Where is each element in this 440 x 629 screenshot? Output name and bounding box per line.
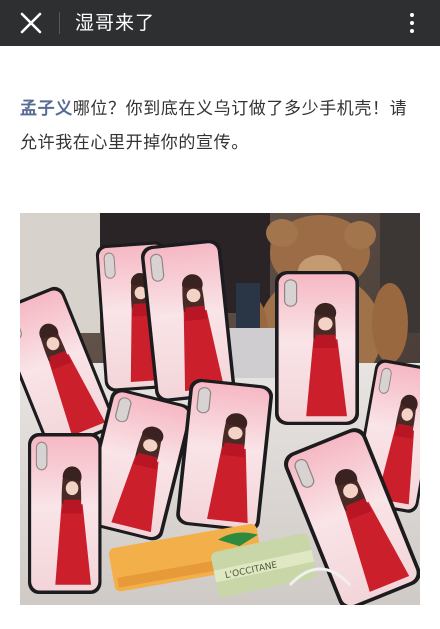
more-vertical-icon: [410, 13, 414, 17]
more-dot: [410, 29, 414, 33]
mention-link[interactable]: 孟子义: [20, 99, 73, 119]
article-body-text: 哪位？你到底在义乌订做了多少手机壳！请允许我在心里开掉你的宣传。: [20, 99, 408, 153]
page-title: 湿哥来了: [75, 12, 156, 34]
article-photo[interactable]: L'OCCITANE: [20, 213, 420, 605]
more-dot: [410, 21, 414, 25]
photo-of-phone-cases: L'OCCITANE: [20, 213, 420, 605]
more-options-button[interactable]: [402, 6, 422, 40]
close-icon: [20, 12, 42, 34]
topbar-divider: [59, 12, 60, 34]
article-paragraph: 孟子义哪位？你到底在义乌订做了多少手机壳！请允许我在心里开掉你的宣传。: [20, 92, 422, 160]
top-bar: 湿哥来了: [0, 0, 440, 46]
close-button[interactable]: [14, 6, 48, 40]
